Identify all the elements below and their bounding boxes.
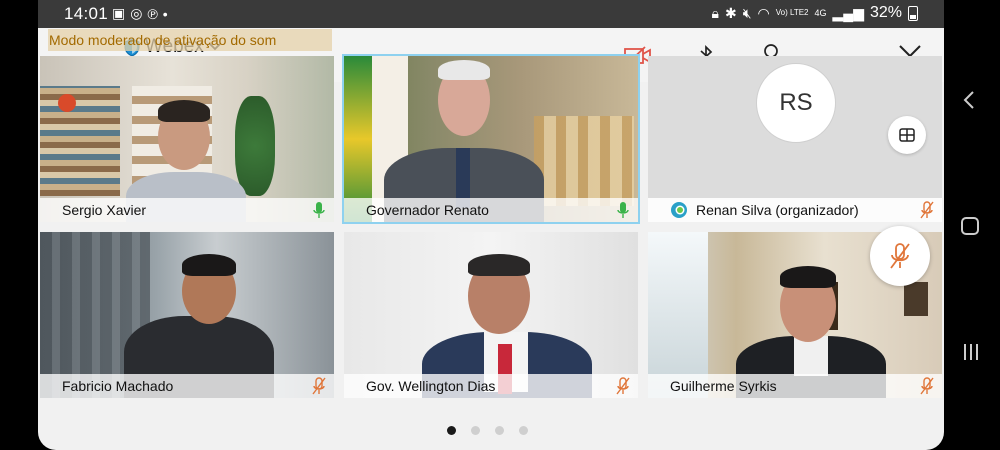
grid-layout-icon [899,128,915,142]
mic-muted-icon [920,377,934,395]
whatsapp-notification-icon: ◎ [130,5,143,21]
participant-name: Sergio Xavier [62,202,147,218]
participant-tile[interactable]: Gov. Wellington Dias [344,232,638,398]
participant-name: Governador Renato [366,202,489,218]
mute-toggle-button[interactable] [870,226,930,286]
webex-logo-icon [671,202,687,218]
recent-apps-icon[interactable] [962,342,980,362]
participant-name: Gov. Wellington Dias [366,378,496,394]
lock-icon: 🔒︎ [711,4,719,21]
battery-icon [908,5,918,21]
mic-muted-icon [920,201,934,219]
layout-toggle-button[interactable] [888,116,926,154]
bluetooth-status-icon: ✱ [724,4,737,21]
battery-percent: 32% [869,4,902,21]
wifi-icon: ◠ [757,4,770,21]
participant-name: Guilherme Syrkis [670,378,777,394]
participant-tile[interactable]: Sergio Xavier [40,56,334,222]
pinterest-notification-icon: ℗ [147,5,158,22]
gallery-notification-icon: ▣ [112,5,126,21]
participant-tile-active-speaker[interactable]: Governador Renato [342,54,640,224]
more-notifications-icon: • [162,5,168,22]
participant-tile[interactable]: RS Renan Silva (organizador) [648,56,942,222]
android-status-bar: 14:01 ▣ ◎ ℗ • 🔒︎ ✱ 🔇︎ ◠ Vo) LTE2 4G ▂▄▆ … [38,0,944,28]
page-indicator [447,426,528,435]
mic-muted-icon [312,377,326,395]
signal-icon: ▂▄▆ [832,4,864,21]
page-dot[interactable] [495,426,504,435]
network-type: 4G [814,8,827,18]
mic-muted-icon [616,377,630,395]
record-indicator-icon [58,94,76,112]
mic-muted-icon [890,243,910,269]
home-icon[interactable] [960,216,980,236]
webex-meeting-screen: 14:01 ▣ ◎ ℗ • 🔒︎ ✱ 🔇︎ ◠ Vo) LTE2 4G ▂▄▆ … [38,0,944,450]
participant-tile[interactable]: Fabricio Machado [40,232,334,398]
android-navigation-bar [944,0,1000,450]
mute-status-icon: 🔇︎ [742,4,752,21]
mic-on-icon [617,202,629,218]
participant-name: Fabricio Machado [62,378,174,394]
lte-label: Vo) LTE2 [775,8,809,17]
page-dot[interactable] [519,426,528,435]
back-icon[interactable] [962,90,976,110]
mic-on-icon [313,202,325,218]
moderated-unmute-banner: Modo moderado de ativação do som [48,29,332,51]
page-dot[interactable] [471,426,480,435]
status-time: 14:01 [64,4,109,23]
avatar: RS [756,63,836,143]
participant-name: Renan Silva (organizador) [696,202,859,218]
page-dot-active[interactable] [447,426,456,435]
